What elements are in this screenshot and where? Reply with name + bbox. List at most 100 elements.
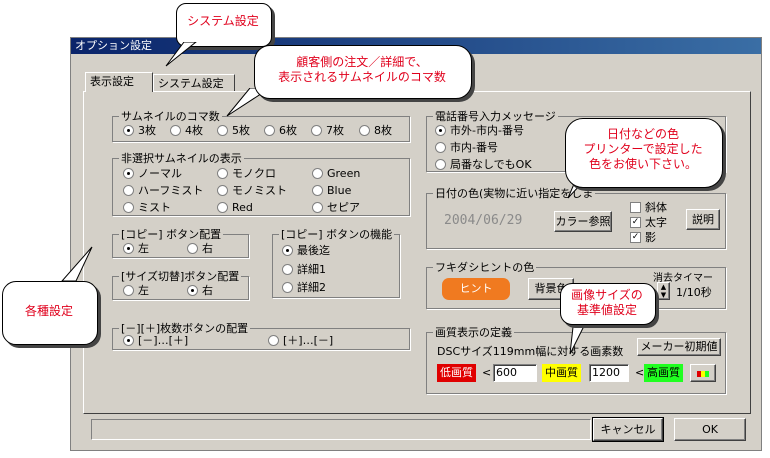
radio-icon [359, 125, 370, 136]
callout-size-text: 画像サイズの 基準値設定 [571, 288, 643, 317]
nonsel-option[interactable]: ノーマル [123, 167, 182, 180]
copy-pos-group: [コピー] ボタン配置 左 右 [112, 228, 249, 258]
thumb-count-option[interactable]: 4枚 [170, 124, 203, 137]
cancel-button[interactable]: キャンセル [592, 417, 664, 442]
timer-spinner[interactable]: ▲ ▼ [657, 282, 670, 300]
thumb-count-option[interactable]: 3枚 [123, 124, 156, 137]
ok-button[interactable]: OK [674, 418, 746, 441]
phone-option[interactable]: 市外-市内-番号 [435, 124, 524, 137]
radio-icon [311, 125, 322, 136]
phone-option[interactable]: 市内-番号 [435, 141, 498, 154]
radio-icon [264, 125, 275, 136]
callout-thumb-text: 顧客側の注文／詳細で、 表示されるサムネイルのコマ数 [278, 55, 446, 84]
bold-checkbox[interactable]: ✓ 太字 [630, 216, 667, 229]
radio-icon [217, 202, 228, 213]
low-quality-label: 低画質 [437, 364, 476, 382]
explain-button[interactable]: 説明 [686, 209, 720, 230]
radio-icon [282, 282, 293, 293]
less-than-1: < [482, 366, 492, 379]
radio-icon [187, 243, 198, 254]
nonsel-option[interactable]: モノミスト [217, 184, 287, 197]
nonsel-option[interactable]: ミスト [123, 201, 171, 214]
size-pos-group: [サイズ切替]ボタン配置 左 右 [112, 270, 249, 300]
nonsel-option[interactable]: Blue [312, 184, 351, 197]
radio-icon [187, 285, 198, 296]
thumb-count-option[interactable]: 8枚 [359, 124, 392, 137]
copy-pos-option[interactable]: 左 [123, 242, 149, 255]
nonsel-option[interactable]: Green [312, 167, 360, 180]
thumb-count-option[interactable]: 6枚 [264, 124, 297, 137]
copy-func-label: [コピー] ボタンの機能 [279, 228, 395, 241]
timer-unit: 1/10秒 [676, 286, 712, 299]
radio-icon [435, 142, 446, 153]
size-pos-label: [サイズ切替]ボタン配置 [119, 270, 242, 283]
radio-icon [312, 185, 323, 196]
callout-pointer-icon [165, 42, 197, 67]
nonsel-option[interactable]: セピア [312, 201, 360, 214]
radio-icon [268, 335, 279, 346]
phone-msg-label: 電話番号入力メッセージ [433, 110, 558, 123]
radio-icon [217, 125, 228, 136]
callout-pointer-icon [60, 246, 93, 282]
less-than-2: < [635, 366, 645, 379]
copy-func-option[interactable]: 最後迄 [282, 244, 330, 257]
options-dialog: オプション設定 表示設定 システム設定 サムネイルのコマ数 3枚 4枚 5枚 6… [70, 37, 762, 451]
thumb-count-option[interactable]: 5枚 [217, 124, 250, 137]
radio-icon [217, 168, 228, 179]
high-quality-label: 高画質 [644, 364, 683, 382]
radio-icon [123, 125, 134, 136]
count-pos-group: [－][＋]枚数ボタンの配置 [－]…[＋] [＋]…[－] [112, 322, 410, 350]
high-threshold-input[interactable]: 1200 [589, 364, 629, 382]
copy-pos-option[interactable]: 右 [187, 242, 213, 255]
size-pos-option[interactable]: 左 [123, 284, 149, 297]
nonsel-option[interactable]: モノクロ [217, 167, 276, 180]
copy-func-option[interactable]: 詳細2 [282, 281, 326, 294]
radio-icon [170, 125, 181, 136]
tab-system-settings[interactable]: システム設定 [153, 74, 235, 92]
radio-icon [123, 185, 134, 196]
radio-icon [123, 243, 134, 254]
checkbox-icon [630, 202, 641, 213]
radio-icon [435, 125, 446, 136]
size-pos-option[interactable]: 右 [187, 284, 213, 297]
maker-default-button[interactable]: メーカー初期値 [637, 338, 721, 356]
radio-icon [312, 168, 323, 179]
nonsel-display-group: 非選択サムネイルの表示 ノーマル モノクロ Green ハーフミスト モノミスト… [112, 152, 410, 216]
date-color-group: 日付の色(実物に近い指定をしま 2004/06/29 カラー参照 斜体 ✓ 太字 … [426, 187, 726, 249]
hint-sample: ヒント [442, 278, 510, 300]
mid-threshold-input[interactable]: 600 [493, 364, 537, 382]
copy-func-group: [コピー] ボタンの機能 最後迄 詳細1 詳細2 [272, 228, 400, 298]
radio-icon [123, 285, 134, 296]
italic-checkbox[interactable]: 斜体 [630, 201, 667, 214]
shadow-checkbox[interactable]: ✓ 影 [630, 231, 656, 244]
nonsel-option[interactable]: Red [217, 201, 253, 214]
date-sample: 2004/06/29 [444, 213, 523, 228]
color-ref-button[interactable]: カラー参照 [554, 211, 612, 232]
thumb-count-group: サムネイルのコマ数 3枚 4枚 5枚 6枚 7枚 8枚 [112, 110, 410, 142]
hint-color-label: フキダシヒントの色 [433, 261, 537, 274]
status-bar [91, 419, 591, 440]
callout-various-text: 各種設定 [24, 304, 73, 318]
quality-label: 画質表示の定義 [433, 326, 514, 339]
radio-icon [217, 185, 228, 196]
radio-icon [123, 202, 134, 213]
color-bars-button[interactable] [690, 364, 716, 382]
radio-icon [282, 245, 293, 256]
callout-date-text: 日付などの色 プリンターで設定した 色をお使い下さい。 [583, 127, 703, 171]
thumb-count-option[interactable]: 7枚 [311, 124, 344, 137]
radio-icon [123, 335, 134, 346]
count-pos-option[interactable]: [－]…[＋] [123, 334, 188, 347]
nonsel-display-label: 非選択サムネイルの表示 [119, 152, 244, 165]
radio-icon [435, 159, 446, 170]
mid-quality-label: 中画質 [542, 364, 581, 382]
radio-icon [312, 202, 323, 213]
tab-display-settings[interactable]: 表示設定 [85, 72, 153, 92]
checkmark-icon: ✓ [630, 217, 641, 228]
copy-func-option[interactable]: 詳細1 [282, 263, 326, 276]
thumb-count-label: サムネイルのコマ数 [119, 110, 222, 123]
phone-option[interactable]: 局番なしでもOK [435, 158, 532, 171]
nonsel-option[interactable]: ハーフミスト [123, 184, 203, 197]
callout-system-text: システム設定 [187, 14, 259, 28]
count-pos-option[interactable]: [＋]…[－] [268, 334, 333, 347]
radio-icon [123, 168, 134, 179]
